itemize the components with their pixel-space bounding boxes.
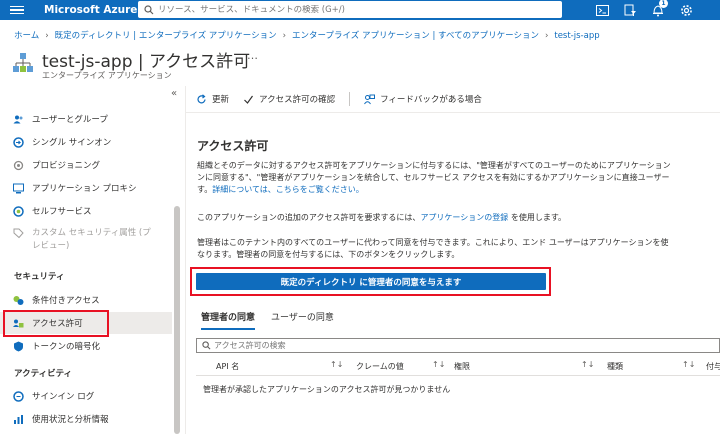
sidebar-item-label: サインイン ログ bbox=[32, 392, 95, 402]
sort-icon[interactable]: ↑↓ bbox=[682, 360, 695, 369]
sidebar-item-sso[interactable]: シングル サインオン bbox=[0, 131, 172, 153]
sidebar-item-custom-security-attributes[interactable]: カスタム セキュリティ属性 (プ レビュー) bbox=[0, 223, 172, 257]
consent-tabs: 管理者の同意 ユーザーの同意 bbox=[201, 310, 350, 330]
cloud-shell-icon[interactable] bbox=[595, 3, 609, 17]
highlight-permissions bbox=[3, 310, 109, 337]
breadcrumb-app[interactable]: test-js-app bbox=[554, 31, 599, 41]
request-permissions-paragraph: このアプリケーションの追加のアクセス許可を要求するには、アプリケーションの登録 … bbox=[197, 213, 567, 222]
sidebar-item-self-service[interactable]: セルフサービス bbox=[0, 200, 172, 222]
search-input[interactable] bbox=[158, 4, 538, 15]
usage-insights-icon bbox=[13, 414, 24, 425]
notification-badge: 1 bbox=[659, 0, 668, 8]
conditional-access-icon bbox=[13, 295, 24, 306]
users-icon bbox=[13, 114, 24, 125]
sidebar-item-label: ユーザーとグループ bbox=[32, 115, 108, 125]
self-service-icon bbox=[13, 205, 24, 217]
app-registration-link[interactable]: アプリケーションの登録 bbox=[420, 213, 508, 222]
sidebar-item-label: シングル サインオン bbox=[32, 138, 112, 148]
more-options-icon[interactable]: … bbox=[247, 49, 258, 62]
search-icon bbox=[202, 341, 211, 350]
top-bar: Microsoft Azure 1 bbox=[0, 0, 720, 20]
feedback-button[interactable]: フィードバックがある場合 bbox=[364, 93, 482, 105]
directory-filter-icon[interactable] bbox=[623, 3, 637, 17]
notifications-bell-icon[interactable]: 1 bbox=[651, 0, 668, 17]
content-divider bbox=[185, 86, 186, 434]
enterprise-app-icon bbox=[13, 53, 33, 72]
breadcrumb: ホーム › 既定のディレクトリ | エンタープライズ アプリケーション › エンタープラ… bbox=[14, 31, 600, 41]
column-header-claim-value[interactable]: クレームの値 bbox=[356, 361, 404, 372]
section-heading: アクセス許可 bbox=[197, 139, 269, 153]
sort-icon[interactable]: ↑↓ bbox=[581, 360, 594, 369]
provisioning-icon bbox=[13, 160, 24, 171]
column-header-granted[interactable]: 付与 bbox=[706, 361, 720, 372]
sidebar-item-label-cont: レビュー) bbox=[32, 241, 70, 251]
section-heading-activity: アクティビティ bbox=[14, 369, 73, 379]
sort-icon[interactable]: ↑↓ bbox=[432, 360, 445, 369]
collapse-sidebar-icon[interactable]: « bbox=[171, 88, 177, 99]
checkmark-icon bbox=[244, 95, 254, 104]
breadcrumb-directory[interactable]: 既定のディレクトリ | エンタープライズ アプリケーション bbox=[55, 31, 277, 41]
empty-state-message: 管理者が承認したアプリケーションのアクセス許可が見つかりません bbox=[203, 385, 451, 394]
brand-name[interactable]: Microsoft Azure bbox=[44, 4, 142, 16]
sidebar-item-conditional-access[interactable]: 条件付きアクセス bbox=[0, 289, 172, 311]
custom-attr-icon bbox=[13, 228, 24, 239]
sidebar-item-provisioning[interactable]: プロビジョニング bbox=[0, 154, 172, 176]
learn-more-link[interactable]: 詳細については、こちらをご覧ください。 bbox=[212, 185, 364, 194]
sidebar-item-label: 使用状況と分析情報 bbox=[32, 415, 109, 425]
breadcrumb-all-apps[interactable]: エンタープライズ アプリケーション | すべてのアプリケーション bbox=[292, 31, 539, 41]
refresh-button[interactable]: 更新 bbox=[196, 93, 229, 105]
sso-icon bbox=[13, 136, 24, 148]
section-heading-security: セキュリティ bbox=[14, 272, 65, 282]
sidebar-item-label: 条件付きアクセス bbox=[32, 296, 100, 306]
sidebar-item-label: アプリケーション プロキシ bbox=[32, 184, 137, 194]
sidebar-item-app-proxy[interactable]: アプリケーション プロキシ bbox=[0, 177, 172, 199]
hamburger-menu-icon[interactable] bbox=[10, 5, 24, 15]
sidebar-item-signin-logs[interactable]: サインイン ログ bbox=[0, 385, 172, 407]
search-icon bbox=[144, 4, 154, 14]
sidebar-item-label: カスタム セキュリティ属性 (プ bbox=[32, 228, 151, 238]
permissions-search-input[interactable] bbox=[214, 341, 614, 350]
token-encryption-icon bbox=[13, 341, 24, 352]
sidebar-scrollbar[interactable] bbox=[174, 206, 180, 434]
admin-consent-paragraph: 管理者はこのテナント内のすべてのユーザーに代わって同意を付与できます。これにより… bbox=[197, 238, 669, 259]
tab-admin-consent[interactable]: 管理者の同意 bbox=[201, 310, 256, 330]
sidebar-item-token-encryption[interactable]: トークンの暗号化 bbox=[0, 335, 172, 357]
review-permissions-button[interactable]: アクセス許可の確認 bbox=[243, 93, 335, 105]
permissions-filter[interactable] bbox=[196, 338, 720, 353]
breadcrumb-home[interactable]: ホーム bbox=[14, 31, 39, 41]
page-title: test-js-app | アクセス許可 bbox=[42, 52, 251, 72]
command-bar: 更新 アクセス許可の確認 フィードバックがある場合 bbox=[196, 92, 496, 106]
sidebar-item-users-groups[interactable]: ユーザーとグループ bbox=[0, 108, 172, 130]
grant-admin-consent-button[interactable]: 既定のディレクトリ に管理者の同意を与えます bbox=[196, 273, 546, 290]
sidebar-item-usage-insights[interactable]: 使用状況と分析情報 bbox=[0, 408, 172, 430]
settings-gear-icon[interactable] bbox=[679, 3, 693, 17]
signin-logs-icon bbox=[13, 390, 24, 402]
column-header-permission[interactable]: 権限 bbox=[454, 361, 470, 372]
sidebar: « ユーザーとグループ シングル サインオン プロビジョニング アプリケーション… bbox=[0, 86, 184, 434]
column-header-type[interactable]: 種類 bbox=[607, 361, 623, 372]
sidebar-item-label: セルフサービス bbox=[32, 207, 92, 217]
sort-icon[interactable]: ↑↓ bbox=[330, 360, 343, 369]
sidebar-item-label: トークンの暗号化 bbox=[32, 342, 101, 352]
refresh-icon bbox=[197, 93, 206, 103]
page-subtitle: エンタープライズ アプリケーション bbox=[42, 71, 172, 80]
description-paragraph: 組織とそのデータに対するアクセス許可をアプリケーションに付与するには、"管理者が… bbox=[197, 161, 671, 194]
tab-user-consent[interactable]: ユーザーの同意 bbox=[271, 310, 334, 330]
sidebar-item-label: プロビジョニング bbox=[32, 161, 101, 171]
column-header-api-name[interactable]: API 名 bbox=[216, 361, 239, 372]
proxy-icon bbox=[13, 183, 24, 194]
feedback-icon bbox=[364, 94, 376, 104]
global-search[interactable] bbox=[138, 1, 562, 18]
